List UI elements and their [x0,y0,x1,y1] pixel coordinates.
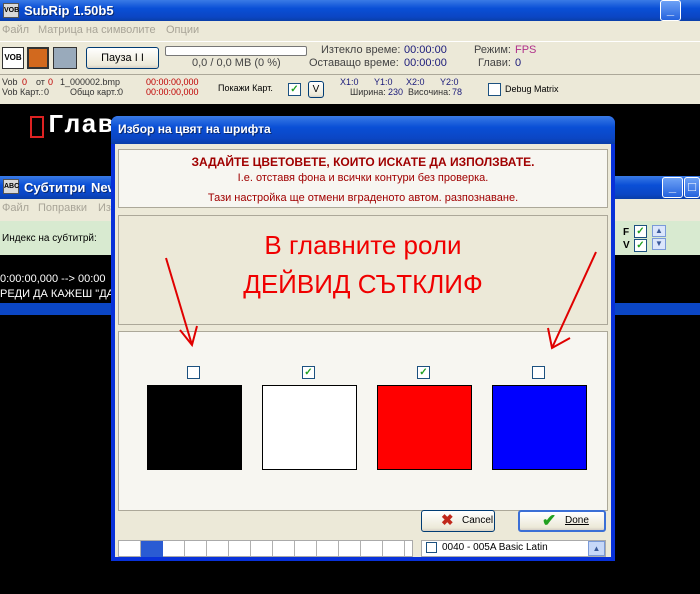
arrow-left-annotation [165,257,193,346]
arrow-right-annotation [551,251,597,349]
annotation-arrows [165,251,597,350]
